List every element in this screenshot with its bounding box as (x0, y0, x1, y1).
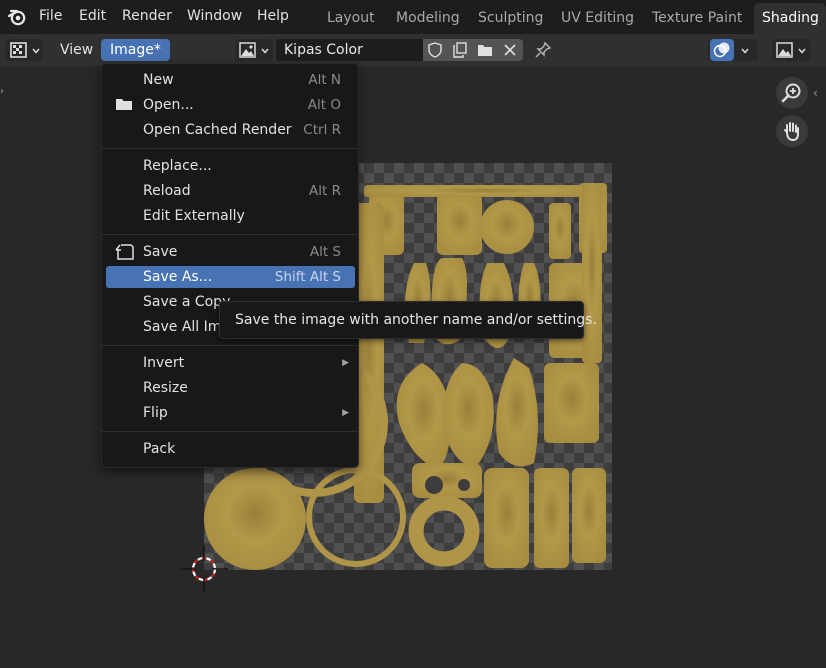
close-icon (504, 44, 516, 56)
sidebar-expand-icon[interactable]: › (0, 86, 4, 97)
zoom-in-icon (781, 83, 801, 103)
menu-window[interactable]: Window (187, 8, 242, 24)
save-as-tooltip: Save the image with another name and/or … (219, 301, 597, 339)
overlays-icon (713, 42, 730, 58)
overlay-toggle[interactable] (708, 39, 758, 61)
open-image-button[interactable] (473, 39, 498, 61)
menu-separator (102, 345, 358, 346)
image-icon (239, 42, 256, 58)
menu-item-flip[interactable]: Flip ▶ (106, 402, 355, 424)
submenu-arrow-icon: ▶ (342, 408, 349, 418)
cursor-crosshair-icon (180, 545, 228, 593)
menu-help[interactable]: Help (257, 8, 289, 24)
unlink-image-button[interactable] (498, 39, 523, 61)
menu-file[interactable]: File (39, 8, 62, 24)
tab-texture-paint[interactable]: Texture Paint (644, 3, 750, 34)
menu-item-resize[interactable]: Resize (106, 377, 355, 399)
menu-item-edit-externally[interactable]: Edit Externally (106, 205, 355, 227)
pan-button[interactable] (776, 115, 808, 147)
pin-icon[interactable] (534, 41, 552, 59)
chevron-down-icon (741, 48, 749, 54)
image-icon (776, 42, 793, 58)
chevron-down-icon (32, 48, 40, 54)
menu-item-open-cached-render[interactable]: Open Cached Render Ctrl R (106, 119, 355, 141)
menu-item-open[interactable]: Open... Alt O (106, 94, 355, 116)
menu-item-save-as[interactable]: Save As... Shift Alt S (106, 266, 355, 288)
submenu-arrow-icon: ▶ (342, 358, 349, 368)
menu-render[interactable]: Render (122, 8, 172, 24)
folder-icon (116, 99, 132, 110)
save-file-icon (115, 244, 134, 260)
shield-icon (428, 42, 442, 58)
new-image-button[interactable] (448, 39, 473, 61)
image-menu-dropdown: New Alt N Open... Alt O Open Cached Render… (101, 63, 359, 468)
editor-type-selector[interactable] (6, 39, 43, 61)
chevron-down-icon (261, 48, 269, 54)
tab-modeling[interactable]: Modeling (388, 3, 468, 34)
duplicate-icon (453, 42, 467, 58)
toolbar-expand-icon[interactable]: ‹ (813, 86, 818, 100)
image-menu[interactable]: Image* (101, 39, 170, 61)
menu-item-replace[interactable]: Replace... (106, 155, 355, 177)
image-name-field[interactable]: Kipas Color (276, 39, 423, 61)
tab-uv-editing[interactable]: UV Editing (553, 3, 642, 34)
menu-separator (102, 148, 358, 149)
tab-layout[interactable]: Layout (319, 3, 383, 34)
folder-icon (478, 45, 492, 56)
menu-edit[interactable]: Edit (79, 8, 106, 24)
menu-separator (102, 431, 358, 432)
view-menu[interactable]: View (60, 42, 93, 58)
menu-item-new[interactable]: New Alt N (106, 69, 355, 91)
zoom-button[interactable] (776, 77, 808, 109)
menu-separator (102, 234, 358, 235)
menu-item-reload[interactable]: Reload Alt R (106, 180, 355, 202)
browse-image-button[interactable] (235, 39, 273, 61)
menu-item-save[interactable]: Save Alt S (106, 241, 355, 263)
fake-user-button[interactable] (423, 39, 448, 61)
image-editor-icon (10, 42, 27, 58)
chevron-down-icon (798, 48, 806, 54)
tab-shading[interactable]: Shading (754, 3, 826, 34)
menu-item-invert[interactable]: Invert ▶ (106, 352, 355, 374)
tab-sculpting[interactable]: Sculpting (470, 3, 551, 34)
display-channels-selector[interactable] (772, 39, 810, 61)
top-menu-bar: File Edit Render Window Help Layout Mode… (0, 0, 826, 34)
image-editor-header: View Image* Kipas Color (0, 34, 826, 66)
blender-logo-icon[interactable] (7, 7, 27, 27)
hand-icon (784, 122, 799, 142)
menu-item-pack[interactable]: Pack (106, 438, 355, 460)
